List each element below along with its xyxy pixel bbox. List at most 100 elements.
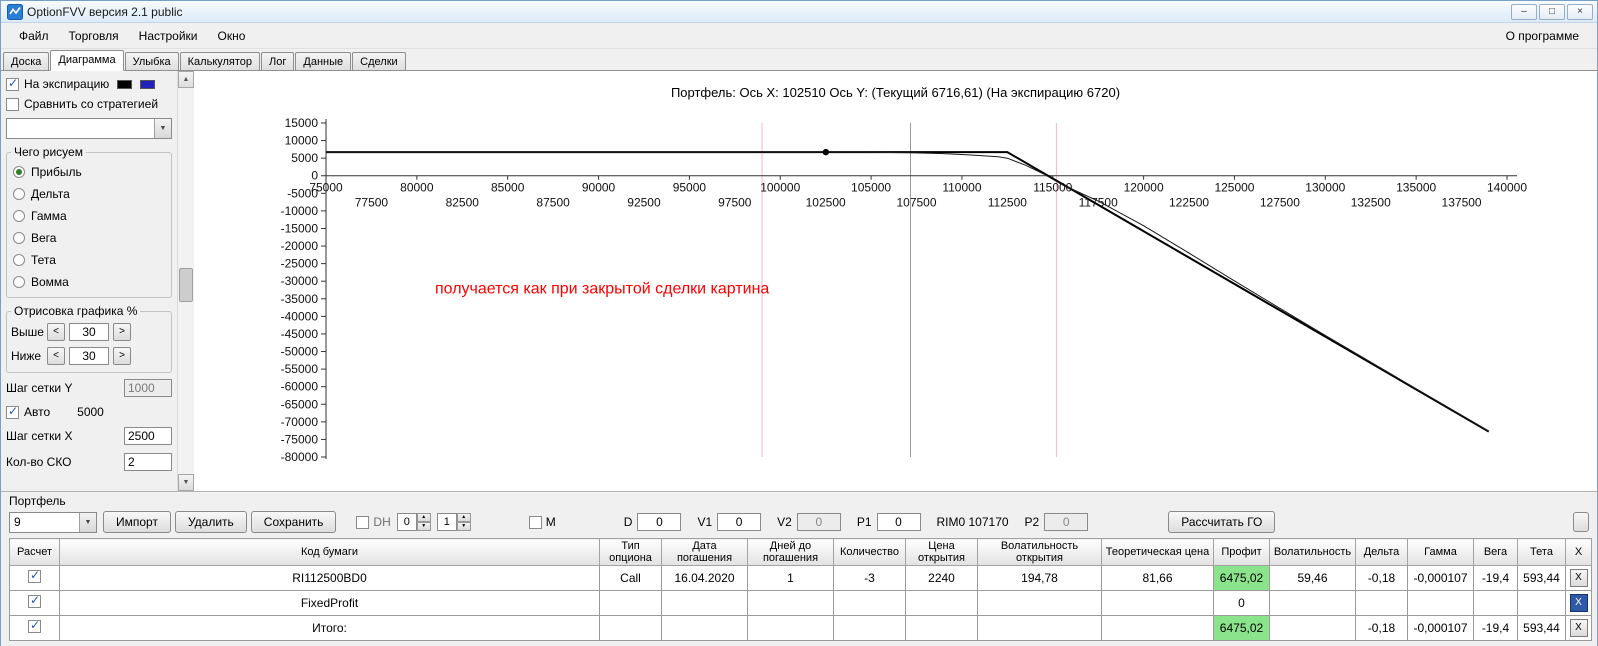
menu-window[interactable]: Окно	[208, 25, 256, 47]
column-header-theta[interactable]: Тета	[1517, 538, 1566, 566]
column-header-gamma[interactable]: Гамма	[1407, 538, 1474, 566]
render-above-increase-button[interactable]: >	[113, 323, 131, 341]
render-above-input[interactable]	[69, 323, 109, 341]
menu-about[interactable]: О программе	[1496, 25, 1589, 47]
cell-gamma	[1407, 590, 1474, 616]
dh-spin-2-down-button[interactable]: ▼	[456, 522, 471, 531]
compare-strategy-toggle[interactable]: Сравнить со стратегией	[6, 94, 172, 114]
dh-spin-2-up-button[interactable]: ▲	[456, 513, 471, 522]
sko-count-row: Кол-во СКО	[6, 449, 172, 475]
vomma-radio-label: Вомма	[31, 275, 69, 289]
remove-row-button[interactable]: X	[1569, 619, 1588, 637]
save-button[interactable]: Сохранить	[250, 511, 337, 533]
menu-settings[interactable]: Настройки	[129, 25, 208, 47]
column-header-option-type[interactable]: Тип опциона	[599, 538, 662, 566]
menu-trading[interactable]: Торговля	[59, 25, 129, 47]
column-header-vega[interactable]: Вега	[1473, 538, 1518, 566]
field-v1-input[interactable]	[717, 513, 762, 531]
m-checkbox[interactable]	[528, 515, 542, 529]
close-button[interactable]: ×	[1567, 3, 1593, 20]
column-header-open-price[interactable]: Цена открытия	[905, 538, 978, 566]
portfolio-select[interactable]: 9 ▼	[9, 511, 97, 533]
row-calc-checkbox[interactable]	[28, 593, 41, 608]
radio-profit[interactable]: Прибыль	[11, 161, 167, 183]
main-content: На экспирацию Сравнить со стратегией ▼ Ч…	[1, 71, 1597, 491]
panel-corner-button[interactable]	[1573, 512, 1589, 532]
title-bar[interactable]: OptionFVV версия 2.1 public – □ ×	[1, 1, 1597, 23]
tab-trades[interactable]: Сделки	[352, 52, 406, 70]
column-header-quantity[interactable]: Количество	[833, 538, 906, 566]
sko-count-input[interactable]	[124, 453, 172, 471]
auto-checkbox[interactable]	[6, 404, 19, 419]
maximize-button[interactable]: □	[1539, 3, 1565, 20]
render-percent-group: Отрисовка графика % Выше< > Ниже < >	[6, 304, 172, 373]
draw-what-title: Чего рисуем	[14, 145, 83, 159]
remove-row-button[interactable]: X	[1569, 594, 1588, 612]
row-calc-checkbox[interactable]	[28, 568, 41, 583]
menu-file[interactable]: Файл	[9, 25, 59, 47]
import-button[interactable]: Импорт	[103, 511, 171, 533]
sidebar-scrollbar[interactable]: ▲ ▼	[177, 71, 194, 491]
cell-gamma: -0,000107	[1407, 615, 1474, 641]
cell-days	[747, 615, 834, 641]
dh-toggle[interactable]: DH	[356, 512, 391, 532]
tab-log[interactable]: Лог	[261, 52, 295, 70]
column-header-volatility[interactable]: Волатильность	[1269, 538, 1356, 566]
radio-theta[interactable]: Тета	[11, 249, 167, 271]
tab-smile[interactable]: Улыбка	[124, 52, 179, 70]
column-header-profit[interactable]: Профит	[1213, 538, 1270, 566]
column-header-expiry-date[interactable]: Дата погашения	[661, 538, 748, 566]
column-header-code[interactable]: Код бумаги	[59, 538, 600, 566]
tab-board[interactable]: Доска	[3, 52, 50, 70]
expiration-toggle[interactable]: На экспирацию	[6, 74, 172, 94]
strategy-select[interactable]: ▼	[6, 118, 172, 139]
scroll-up-button[interactable]: ▲	[178, 71, 194, 88]
cell-qty	[833, 615, 906, 641]
render-below-decrease-button[interactable]: <	[47, 347, 65, 365]
column-header-days-to-expiry[interactable]: Дней до погашения	[747, 538, 834, 566]
grid-step-x-input[interactable]	[124, 427, 172, 445]
m-toggle[interactable]: M	[528, 512, 556, 532]
scroll-down-button[interactable]: ▼	[178, 474, 194, 491]
dh-spin-1-input[interactable]	[396, 513, 417, 531]
calc-go-button[interactable]: Рассчитать ГО	[1168, 511, 1276, 533]
column-header-delta[interactable]: Дельта	[1355, 538, 1408, 566]
expiration-checkbox[interactable]	[6, 76, 19, 91]
portfolio-controls: 9 ▼ Импорт Удалить Сохранить DH ▲ ▼ ▲	[9, 509, 1589, 535]
render-below-input[interactable]	[69, 347, 109, 365]
cell-open_vol	[977, 590, 1102, 616]
field-p1: P1	[857, 513, 921, 531]
tab-calculator[interactable]: Калькулятор	[179, 52, 261, 70]
remove-row-button[interactable]: X	[1569, 569, 1588, 587]
compare-strategy-checkbox[interactable]	[6, 97, 19, 111]
svg-text:-60000: -60000	[281, 380, 319, 394]
column-header-theoretical-price[interactable]: Теоретическая цена	[1101, 538, 1214, 566]
field-p1-input[interactable]	[876, 513, 921, 531]
menu-bar: Файл Торговля Настройки Окно О программе	[1, 23, 1597, 49]
minimize-button[interactable]: –	[1511, 3, 1537, 20]
field-v2-input	[796, 513, 841, 531]
dh-spin-1-up-button[interactable]: ▲	[416, 513, 431, 522]
field-d-input[interactable]	[637, 513, 682, 531]
render-above-decrease-button[interactable]: <	[47, 323, 65, 341]
radio-vomma[interactable]: Вомма	[11, 271, 167, 293]
render-below-increase-button[interactable]: >	[113, 347, 131, 365]
tab-diagram[interactable]: Диаграмма	[50, 50, 124, 71]
svg-text:100000: 100000	[760, 181, 800, 195]
svg-text:10000: 10000	[285, 134, 319, 148]
radio-delta[interactable]: Дельта	[11, 183, 167, 205]
column-header-calc[interactable]: Расчет	[9, 538, 60, 566]
column-header-open-volatility[interactable]: Волатильность открытия	[977, 538, 1102, 566]
radio-gamma[interactable]: Гамма	[11, 205, 167, 227]
scrollbar-thumb[interactable]	[179, 268, 193, 302]
payoff-chart[interactable]: 150001000050000-5000-10000-15000-20000-2…	[194, 103, 1584, 485]
dh-spin-1-down-button[interactable]: ▼	[416, 522, 431, 531]
column-header-remove[interactable]: X	[1565, 538, 1592, 566]
dh-checkbox[interactable]	[356, 515, 370, 529]
row-calc-checkbox[interactable]	[28, 618, 41, 633]
scrollbar-track[interactable]	[178, 88, 194, 474]
dh-spin-2-input[interactable]	[436, 513, 457, 531]
radio-vega[interactable]: Вега	[11, 227, 167, 249]
tab-data[interactable]: Данные	[295, 52, 352, 70]
delete-button[interactable]: Удалить	[174, 511, 247, 533]
